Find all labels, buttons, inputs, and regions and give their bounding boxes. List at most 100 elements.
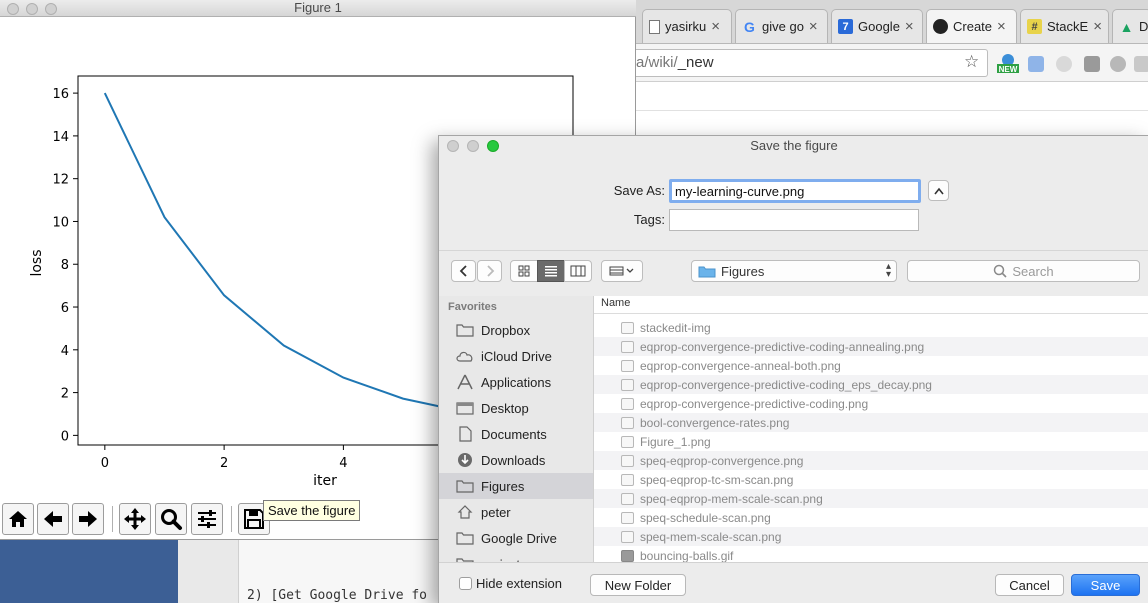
collapse-dialog-button[interactable] — [928, 180, 949, 201]
sidebar-item-applications[interactable]: Applications — [439, 369, 593, 395]
updown-chevron-icon: ▴ ▾ — [885, 261, 891, 280]
location-dropdown[interactable]: Figures ▴ ▾ — [691, 260, 897, 282]
sidebar-item-documents[interactable]: Documents — [439, 421, 593, 447]
file-name: eqprop-convergence-predictive-coding.png — [640, 396, 869, 411]
browser-tab[interactable]: Ggive go × — [735, 9, 828, 43]
back-nav-button[interactable] — [451, 260, 476, 282]
file-row[interactable]: eqprop-convergence-anneal-both.png — [594, 356, 1148, 375]
file-row[interactable]: speq-eqprop-tc-sm-scan.png — [594, 470, 1148, 489]
file-row[interactable]: speq-mem-scale-scan.png — [594, 527, 1148, 546]
dialog-button-bar: Hide extension New Folder Cancel Save — [439, 562, 1148, 603]
y-tick-label: 14 — [52, 130, 69, 145]
y-axis-label: loss — [29, 249, 45, 276]
sidebar-item-label: Figures — [481, 478, 525, 494]
sidebar-item-icloud-drive[interactable]: iCloud Drive — [439, 343, 593, 369]
search-field[interactable]: Search — [907, 260, 1140, 282]
pan-button[interactable] — [119, 503, 151, 535]
editor-text-line[interactable]: 2) [Get Google Drive fo — [238, 540, 438, 603]
close-tab-icon[interactable]: × — [711, 18, 720, 35]
browser-tab[interactable]: 7 Google × — [831, 9, 923, 43]
file-row[interactable]: bouncing-balls.gif — [594, 546, 1148, 562]
translate-icon[interactable] — [1028, 56, 1044, 72]
page-divider — [636, 110, 1148, 111]
extension-circle-icon[interactable] — [1110, 56, 1126, 72]
chevron-left-icon — [459, 265, 467, 277]
move-icon — [124, 508, 146, 530]
dialog-close-button[interactable] — [447, 140, 459, 152]
browser-tab[interactable]: yasirku × — [642, 9, 732, 43]
sidebar-item-dropbox[interactable]: Dropbox — [439, 317, 593, 343]
file-name: speq-mem-scale-scan.png — [640, 529, 782, 544]
new-folder-button[interactable]: New Folder — [590, 574, 686, 596]
close-tab-icon[interactable]: × — [905, 18, 914, 35]
bookmark-star-icon[interactable]: ☆ — [964, 52, 979, 72]
sidebar-item-google-drive[interactable]: Google Drive — [439, 525, 593, 551]
home-button[interactable] — [2, 503, 34, 535]
sidebar-item-label: Desktop — [481, 400, 529, 416]
forward-button[interactable] — [72, 503, 104, 535]
zoom-window-button[interactable] — [45, 3, 57, 15]
zoom-button[interactable] — [155, 503, 187, 535]
extension-cube-icon[interactable] — [1134, 56, 1148, 72]
search-icon — [994, 264, 1007, 278]
favorites-heading: Favorites — [448, 301, 497, 313]
name-column-header[interactable]: Name — [594, 296, 1148, 314]
icon-view-button[interactable] — [510, 260, 538, 282]
file-row[interactable]: Figure_1.png — [594, 432, 1148, 451]
file-row[interactable]: eqprop-convergence-predictive-coding-ann… — [594, 337, 1148, 356]
browser-tab[interactable]: # StackE × — [1020, 9, 1109, 43]
close-tab-icon[interactable]: × — [997, 18, 1006, 35]
dialog-minimize-button[interactable] — [467, 140, 479, 152]
back-button[interactable] — [37, 503, 69, 535]
grid-icon — [518, 265, 530, 277]
file-name: speq-schedule-scan.png — [640, 510, 771, 525]
close-window-button[interactable] — [7, 3, 19, 15]
address-bar[interactable]: a/wiki/_new — [636, 49, 988, 77]
save-as-input[interactable] — [669, 179, 921, 203]
folder-icon — [455, 530, 475, 546]
file-name: speq-eqprop-tc-sm-scan.png — [640, 472, 794, 487]
close-tab-icon[interactable]: × — [809, 18, 818, 35]
column-view-button[interactable] — [564, 260, 592, 282]
forward-nav-button[interactable] — [477, 260, 502, 282]
desktop-icon — [455, 400, 475, 416]
sidebar-item-figures[interactable]: Figures — [439, 473, 593, 499]
y-tick-label: 10 — [52, 215, 69, 230]
file-row[interactable]: eqprop-convergence-predictive-coding_eps… — [594, 375, 1148, 394]
dialog-zoom-button[interactable] — [487, 140, 499, 152]
tags-label: Tags: — [633, 212, 665, 227]
file-row[interactable]: speq-eqprop-mem-scale-scan.png — [594, 489, 1148, 508]
sidebar-item-peter[interactable]: peter — [439, 499, 593, 525]
file-row[interactable]: stackedit-img — [594, 318, 1148, 337]
extension-cat-icon[interactable] — [1056, 56, 1072, 72]
file-name: stackedit-img — [640, 320, 711, 335]
file-row[interactable]: eqprop-convergence-predictive-coding.png — [594, 394, 1148, 413]
sidebar-item-projects[interactable]: projects — [439, 551, 593, 562]
extension-new-icon[interactable]: NEW — [996, 52, 1020, 74]
subplots-button[interactable] — [191, 503, 223, 535]
minimize-window-button[interactable] — [26, 3, 38, 15]
browser-tab-label: Google — [858, 19, 900, 34]
save-button[interactable]: Save — [1071, 574, 1140, 596]
file-row[interactable]: speq-eqprop-convergence.png — [594, 451, 1148, 470]
arrow-left-icon — [44, 511, 62, 527]
file-icon — [621, 340, 634, 353]
file-row[interactable]: bool-convergence-rates.png — [594, 413, 1148, 432]
cancel-button[interactable]: Cancel — [995, 574, 1064, 596]
close-tab-icon[interactable]: × — [1093, 18, 1102, 35]
browser-tab[interactable]: Create × — [926, 9, 1017, 43]
list-view-button[interactable] — [537, 260, 565, 282]
sidebar-item-downloads[interactable]: Downloads — [439, 447, 593, 473]
group-view-button[interactable] — [601, 260, 643, 282]
hide-extension-checkbox[interactable] — [459, 577, 472, 590]
browser-tab[interactable]: ▲ D — [1112, 9, 1148, 43]
file-row[interactable]: speq-schedule-scan.png — [594, 508, 1148, 527]
file-icon — [621, 530, 634, 543]
extension-square-icon[interactable] — [1084, 56, 1100, 72]
dialog-titlebar: Save the figure — [439, 136, 1148, 156]
file-name: eqprop-convergence-predictive-coding_eps… — [640, 377, 932, 392]
extension-badge-text: NEW — [999, 65, 1018, 74]
tags-input[interactable] — [669, 209, 919, 231]
file-name: speq-eqprop-convergence.png — [640, 453, 804, 468]
sidebar-item-desktop[interactable]: Desktop — [439, 395, 593, 421]
